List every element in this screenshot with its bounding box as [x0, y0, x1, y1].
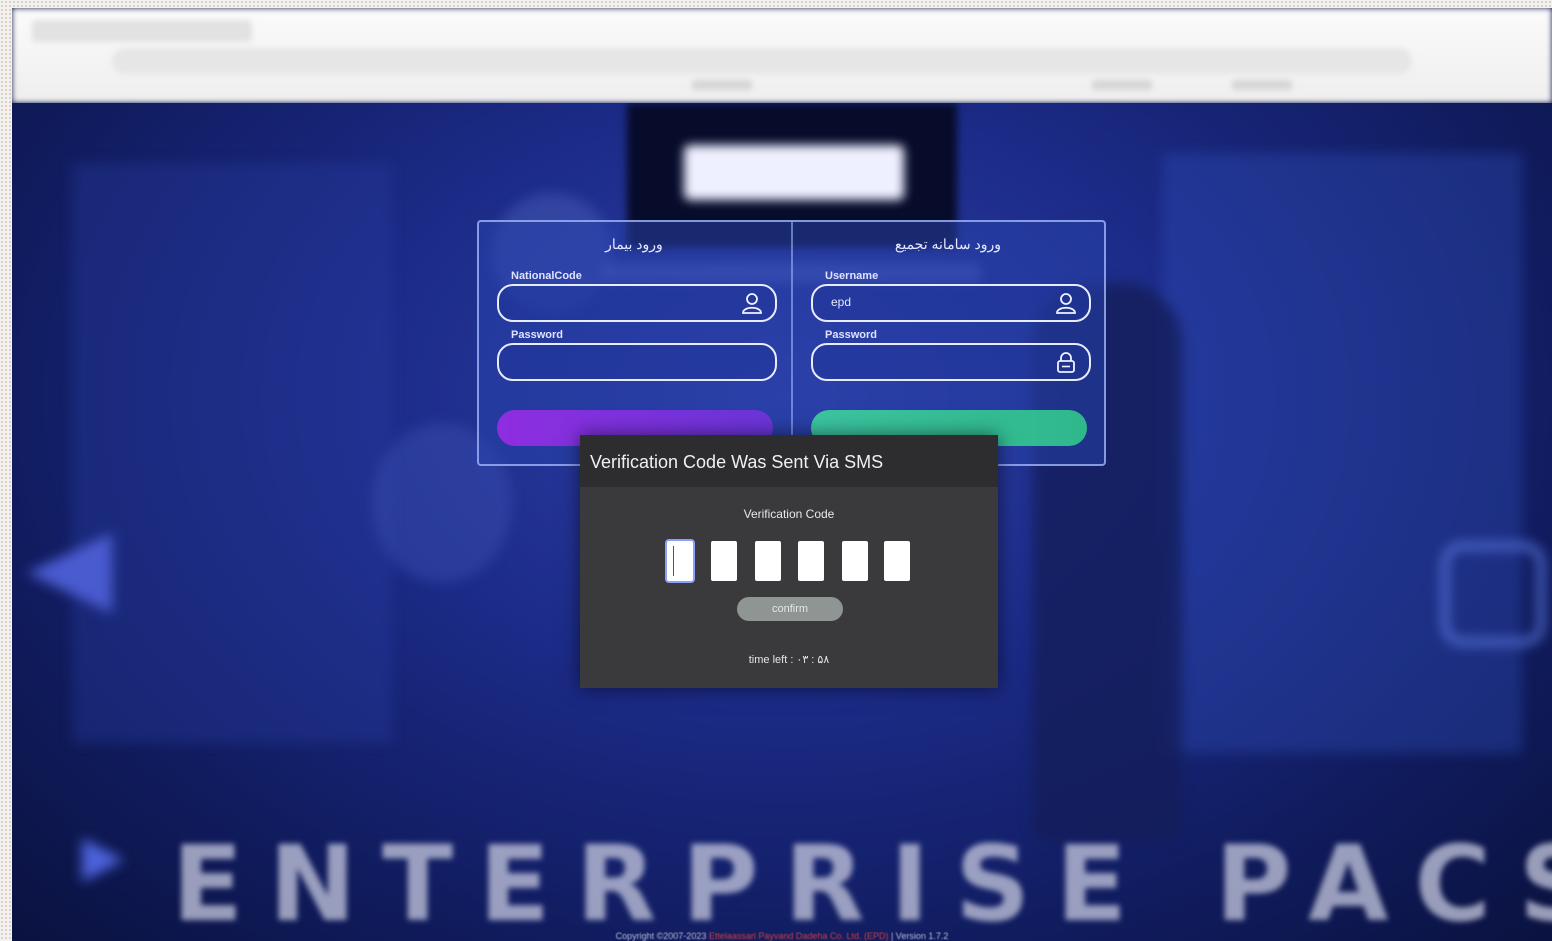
verification-code-inputs	[667, 541, 917, 581]
code-digit-5[interactable]	[842, 541, 868, 581]
modal-title: Verification Code Was Sent Via SMS	[590, 452, 884, 472]
code-digit-6[interactable]	[884, 541, 910, 581]
copyright-footer: Copyright ©2007-2023 Ettelaassari Payvan…	[12, 931, 1552, 941]
national-code-field[interactable]	[497, 284, 777, 322]
username-value: epd	[831, 295, 852, 309]
system-password-field[interactable]	[811, 343, 1091, 381]
code-digit-4[interactable]	[798, 541, 824, 581]
system-password-label: Password	[825, 329, 877, 341]
enterprise-pacs-banner: ENTERPRISE PACS	[172, 823, 1552, 941]
patient-login-title: ورود بیمار	[605, 236, 663, 252]
system-login-title: ورود سامانه تجمیع	[894, 236, 1002, 252]
hexagon-outline-graphic	[1442, 543, 1544, 645]
address-bar[interactable]	[112, 48, 1412, 74]
patient-password-field[interactable]	[497, 343, 777, 381]
system-login-section: ورود سامانه تجمیع Username epd Password	[791, 222, 1103, 464]
username-field[interactable]: epd	[811, 284, 1091, 322]
patient-password-label: Password	[511, 329, 563, 341]
verification-modal: Verification Code Was Sent Via SMS Verif…	[580, 435, 998, 688]
code-digit-1[interactable]	[667, 541, 693, 581]
time-left-countdown: time left : ۰۳ : ۵۸	[748, 654, 830, 666]
background-panel-left	[72, 163, 392, 743]
background-panel-right	[1162, 153, 1522, 753]
code-digit-2[interactable]	[711, 541, 737, 581]
verification-code-label: Verification Code	[743, 507, 835, 521]
bookmark-item[interactable]	[692, 80, 752, 90]
national-code-label: NationalCode	[511, 270, 582, 282]
bookmark-item[interactable]	[1092, 80, 1152, 90]
patient-login-section: ورود بیمار NationalCode Password	[479, 222, 789, 464]
copyright-version: | Version 1.7.2	[890, 931, 949, 941]
browser-tab[interactable]	[32, 20, 252, 42]
confirm-button[interactable]: confirm	[737, 597, 843, 621]
username-label: Username	[825, 270, 879, 282]
lock-icon	[1057, 352, 1075, 373]
logo	[684, 145, 904, 200]
copyright-company-link[interactable]: Ettelaassari Payvand Dadeha Co. Ltd. (EP…	[709, 931, 889, 941]
triangle-decoration	[82, 838, 124, 882]
triangle-decoration	[27, 533, 112, 613]
browser-toolbar	[12, 8, 1552, 103]
code-digit-3[interactable]	[755, 541, 781, 581]
bookmark-item[interactable]	[1232, 80, 1292, 90]
modal-header: Verification Code Was Sent Via SMS	[580, 435, 998, 487]
browser-viewport: ENTERPRISE PACS Copyright ©2007-2023 Ett…	[12, 8, 1552, 941]
user-icon	[1056, 293, 1076, 314]
login-card: ورود بیمار NationalCode Password ورود سا…	[477, 220, 1106, 466]
user-icon	[742, 293, 762, 314]
copyright-prefix: Copyright ©2007-2023	[615, 931, 707, 941]
